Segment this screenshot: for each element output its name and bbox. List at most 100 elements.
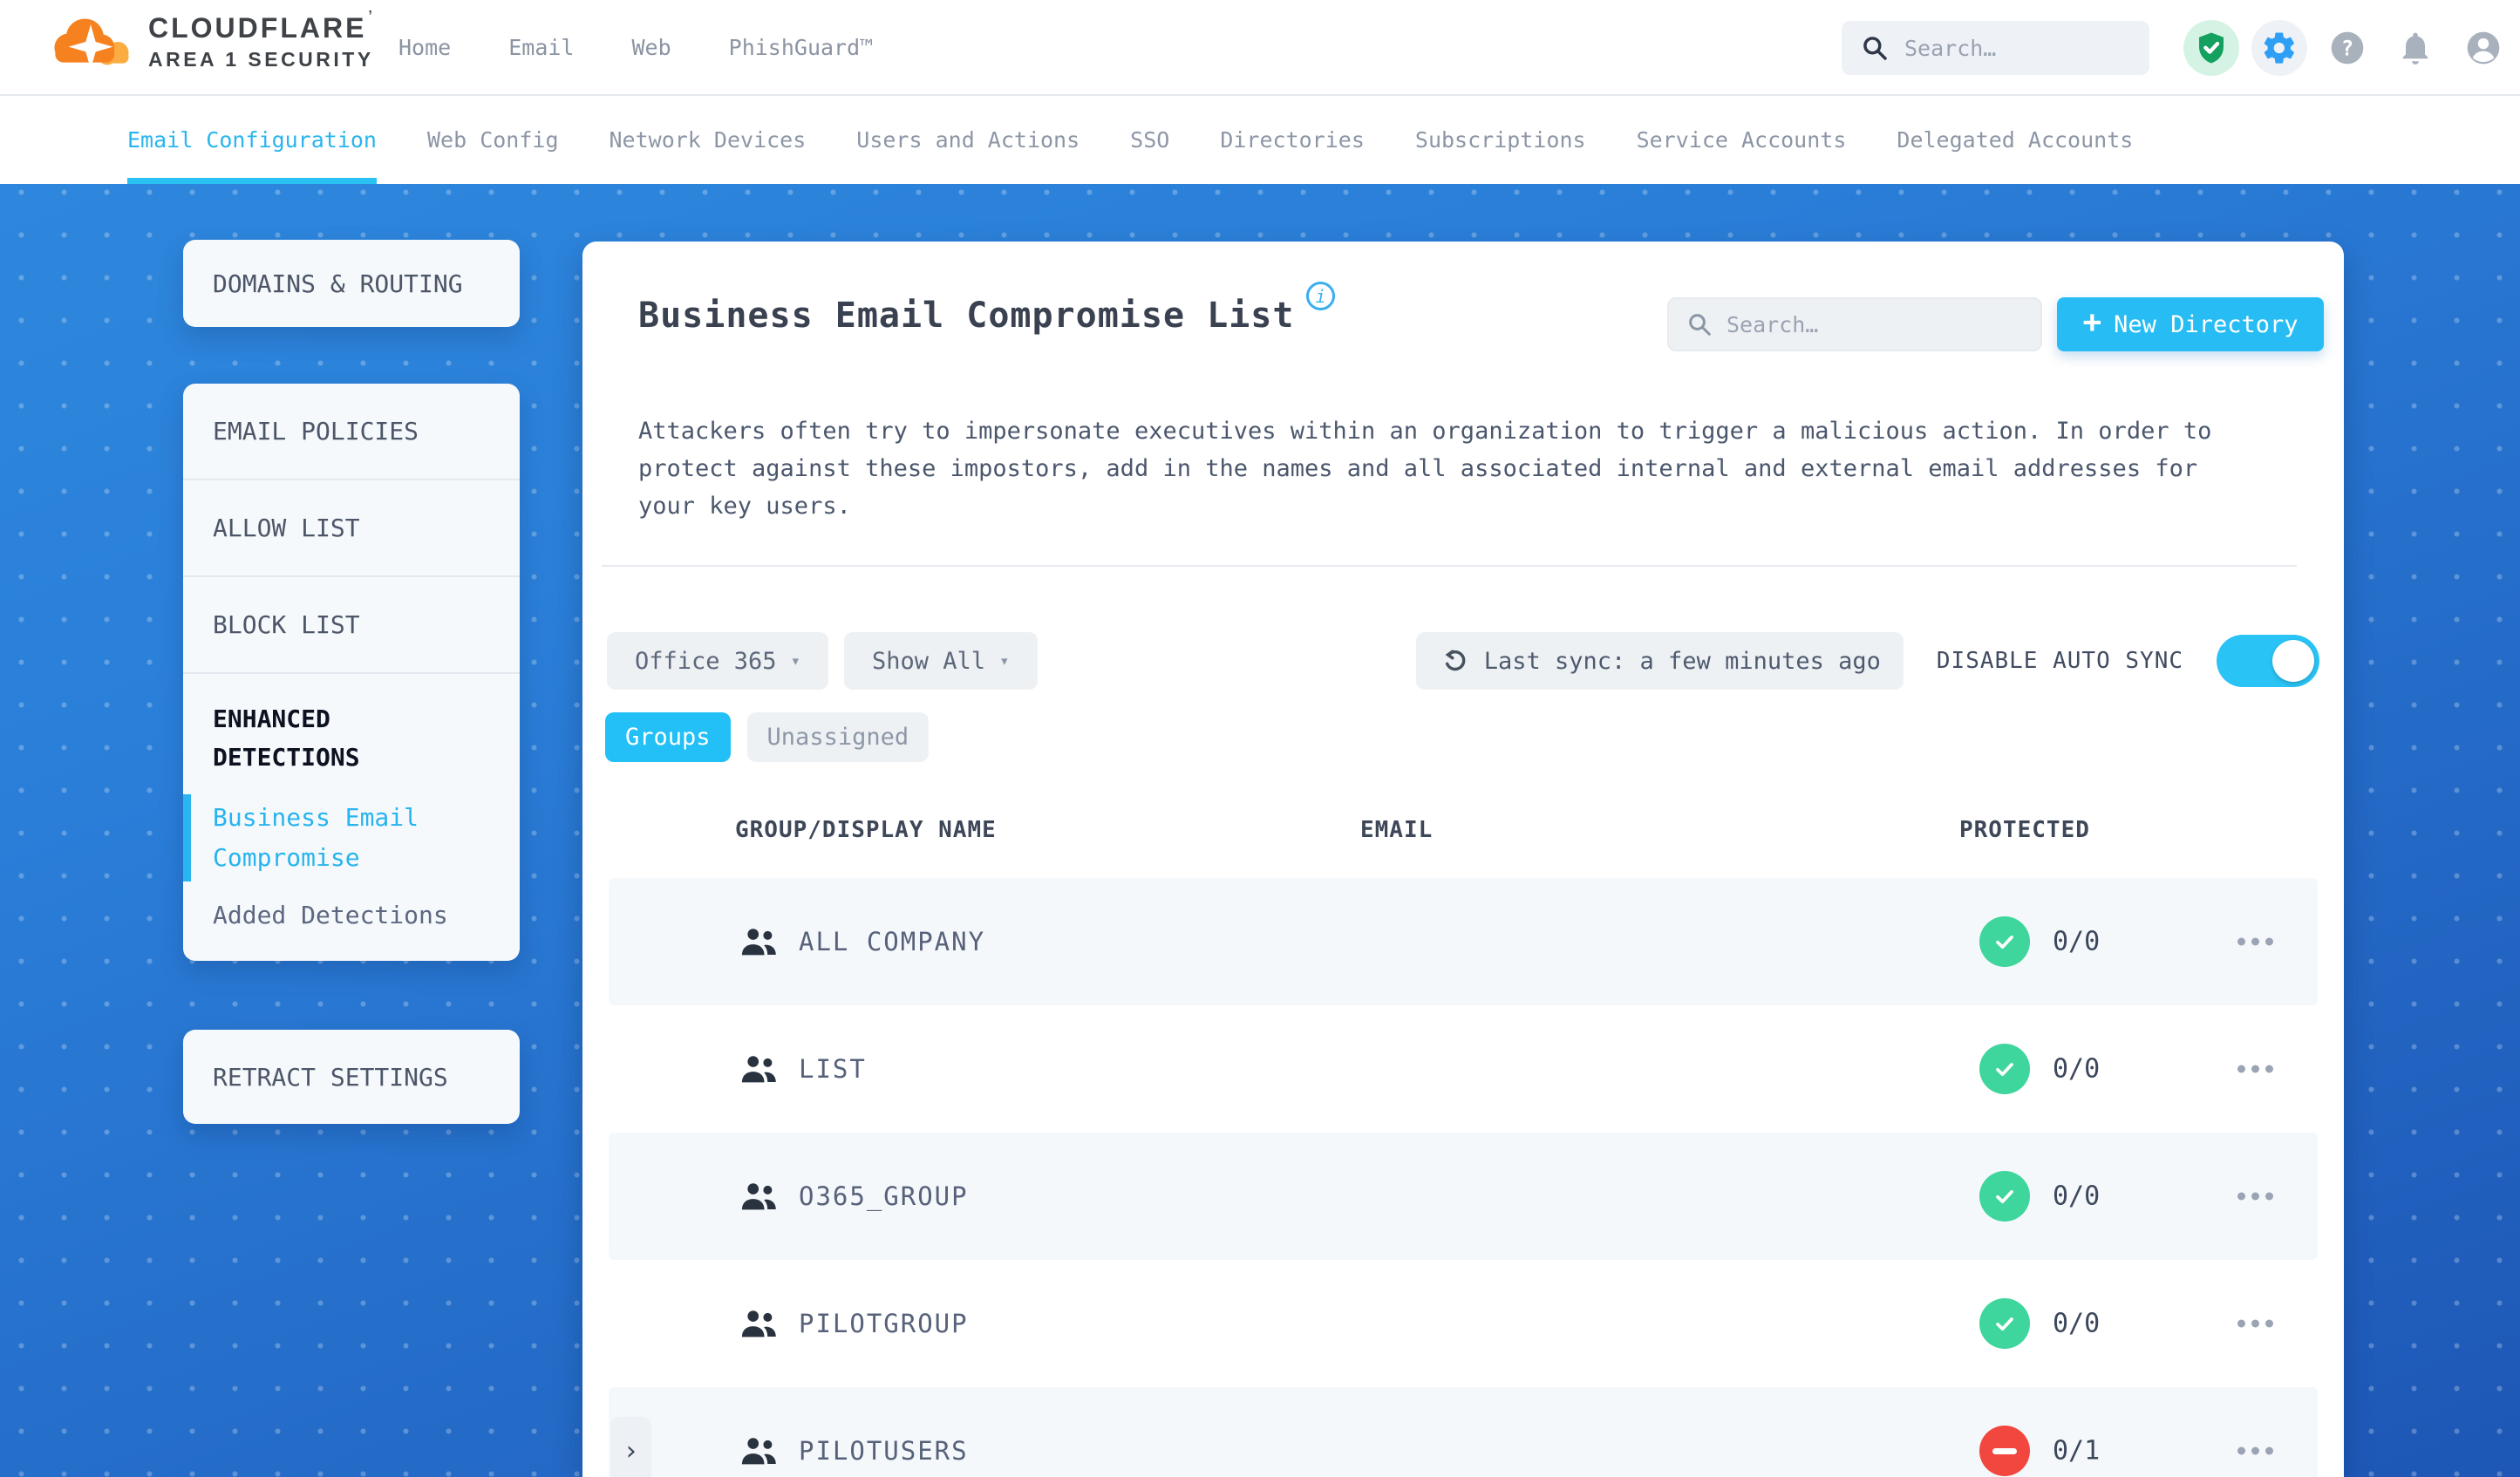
directory-select[interactable]: Office 365 — [607, 632, 829, 690]
row-menu-icon[interactable] — [2229, 1439, 2282, 1464]
search-icon — [1689, 314, 1711, 336]
refresh-icon — [1445, 650, 1466, 671]
show-filter-select[interactable]: Show All — [844, 632, 1038, 690]
table-row: ALL COMPANY 0/0 — [609, 878, 2318, 1005]
table-row: O365_GROUP 0/0 — [609, 1133, 2318, 1260]
column-header-protected: PROTECTED — [1959, 817, 2090, 843]
tab-network-devices[interactable]: Network Devices — [610, 96, 807, 184]
auto-sync-label: DISABLE AUTO SYNC — [1936, 648, 2183, 674]
sidebar-item-label: EMAIL POLICIES — [213, 417, 419, 446]
nav-item-web[interactable]: Web — [631, 35, 671, 60]
tab-users-and-actions[interactable]: Users and Actions — [856, 96, 1080, 184]
protected-count: 0/0 — [2053, 1308, 2101, 1339]
nav-item-phishguard[interactable]: PhishGuard™ — [729, 35, 874, 60]
group-icon — [741, 1183, 776, 1210]
section-tabs: Email Configuration Web Config Network D… — [0, 96, 2520, 184]
list-search-input[interactable] — [1727, 311, 2023, 337]
view-tab-groups[interactable]: Groups — [605, 712, 731, 762]
protected-count: 0/1 — [2053, 1435, 2101, 1467]
protected-count: 0/0 — [2053, 1053, 2101, 1085]
primary-nav: Home Email Web PhishGuard™ — [398, 0, 873, 94]
view-tab-unassigned[interactable]: Unassigned — [746, 712, 930, 762]
chevron-down-icon — [791, 651, 800, 670]
group-icon — [741, 1310, 776, 1337]
sidebar-item-retract-settings[interactable]: RETRACT SETTINGS — [183, 1030, 520, 1124]
sidebar-item-allow-list[interactable]: ALLOW LIST — [183, 480, 520, 577]
check-icon — [1979, 916, 2030, 967]
sidebar-item-business-email-compromise[interactable]: Business Email Compromise — [183, 794, 431, 881]
group-name: O365_GROUP — [799, 1181, 969, 1211]
content-panel: Business Email Compromise List + New Dir… — [582, 242, 2344, 1477]
page-description: Attackers often try to impersonate execu… — [638, 418, 2212, 520]
sidebar-item-label: DOMAINS & ROUTING — [213, 269, 463, 298]
sidebar-item-domains-routing[interactable]: DOMAINS & ROUTING — [183, 240, 520, 327]
sidebar-item-label: BLOCK LIST — [213, 610, 360, 639]
logo-subtitle: AREA 1 SECURITY — [148, 48, 374, 71]
cloudflare-cloud-icon — [54, 18, 129, 70]
toggle-knob — [2272, 640, 2314, 682]
row-menu-icon[interactable] — [2229, 929, 2282, 955]
header-icon-cluster: ? — [2183, 20, 2511, 76]
plus-icon: + — [2082, 304, 2102, 340]
table-row: LIST 0/0 — [609, 1005, 2318, 1133]
row-menu-icon[interactable] — [2229, 1184, 2282, 1209]
app-header: CLOUDFLARE AREA 1 SECURITY Home Email We… — [0, 0, 2520, 96]
sidebar-item-label: RETRACT SETTINGS — [213, 1062, 448, 1092]
protected-count: 0/0 — [2053, 1181, 2101, 1212]
sidebar-item-added-detections[interactable]: Added Detections — [213, 901, 494, 929]
nav-item-email[interactable]: Email — [508, 35, 574, 60]
section-divider — [602, 565, 2297, 567]
group-icon — [741, 929, 776, 956]
row-menu-icon[interactable] — [2229, 1057, 2282, 1082]
group-icon — [741, 1056, 776, 1083]
new-directory-button[interactable]: + New Directory — [2057, 297, 2324, 351]
sidebar-item-enhanced-detections[interactable]: ENHANCED DETECTIONS — [213, 700, 439, 777]
check-icon — [1979, 1171, 2030, 1222]
nav-item-home[interactable]: Home — [398, 35, 451, 60]
group-name: PILOTGROUP — [799, 1309, 969, 1338]
tab-email-configuration[interactable]: Email Configuration — [127, 96, 377, 184]
sidebar-policies-card: EMAIL POLICIES ALLOW LIST BLOCK LIST ENH… — [183, 384, 520, 961]
gear-icon[interactable] — [2251, 20, 2307, 76]
table-row: PILOTGROUP 0/0 — [609, 1260, 2318, 1387]
column-header-email: EMAIL — [1360, 817, 1434, 843]
account-icon[interactable] — [2455, 20, 2511, 76]
global-search-input[interactable] — [1904, 35, 2130, 61]
global-search[interactable] — [1842, 21, 2149, 75]
list-search[interactable] — [1667, 297, 2042, 351]
logo-wordmark: CLOUDFLARE — [148, 9, 375, 44]
groups-table: GROUP/DISPLAY NAME EMAIL PROTECTED ALL C… — [609, 782, 2318, 1477]
sidebar-item-label: Added Detections — [213, 901, 448, 929]
sidebar-item-block-list[interactable]: BLOCK LIST — [183, 577, 520, 674]
expand-row-button[interactable] — [610, 1417, 651, 1477]
filter-bar: Office 365 Show All Last sync: a few min… — [607, 632, 2319, 690]
table-row: PILOTUSERS 0/1 — [609, 1387, 2318, 1477]
column-header-group-display-name: GROUP/DISPLAY NAME — [735, 817, 997, 843]
tab-web-config[interactable]: Web Config — [427, 96, 559, 184]
tab-directories[interactable]: Directories — [1220, 96, 1365, 184]
shield-check-icon[interactable] — [2183, 20, 2239, 76]
table-header: GROUP/DISPLAY NAME EMAIL PROTECTED — [609, 782, 2318, 878]
group-name: ALL COMPANY — [799, 927, 986, 956]
sidebar-item-label: ALLOW LIST — [213, 514, 360, 542]
help-icon[interactable]: ? — [2319, 20, 2375, 76]
check-icon — [1979, 1298, 2030, 1349]
auto-sync-toggle[interactable] — [2217, 635, 2319, 687]
tab-sso[interactable]: SSO — [1130, 96, 1169, 184]
chevron-down-icon — [999, 651, 1009, 670]
active-indicator-bar — [183, 794, 191, 881]
view-switch: Groups Unassigned — [605, 712, 930, 762]
page-title: Business Email Compromise List — [638, 282, 1336, 336]
row-menu-icon[interactable] — [2229, 1311, 2282, 1337]
tab-subscriptions[interactable]: Subscriptions — [1415, 96, 1586, 184]
sidebar-enhanced-detections-group: ENHANCED DETECTIONS Business Email Compr… — [183, 674, 520, 929]
group-icon — [741, 1438, 776, 1465]
bell-icon[interactable] — [2387, 20, 2443, 76]
info-icon[interactable] — [1306, 282, 1336, 310]
tab-service-accounts[interactable]: Service Accounts — [1637, 96, 1847, 184]
sidebar-item-email-policies[interactable]: EMAIL POLICIES — [183, 384, 520, 480]
tab-delegated-accounts[interactable]: Delegated Accounts — [1897, 96, 2133, 184]
search-icon — [1863, 37, 1887, 60]
sidebar-item-label: Business Email Compromise — [213, 803, 419, 872]
last-sync-button[interactable]: Last sync: a few minutes ago — [1415, 632, 1904, 690]
